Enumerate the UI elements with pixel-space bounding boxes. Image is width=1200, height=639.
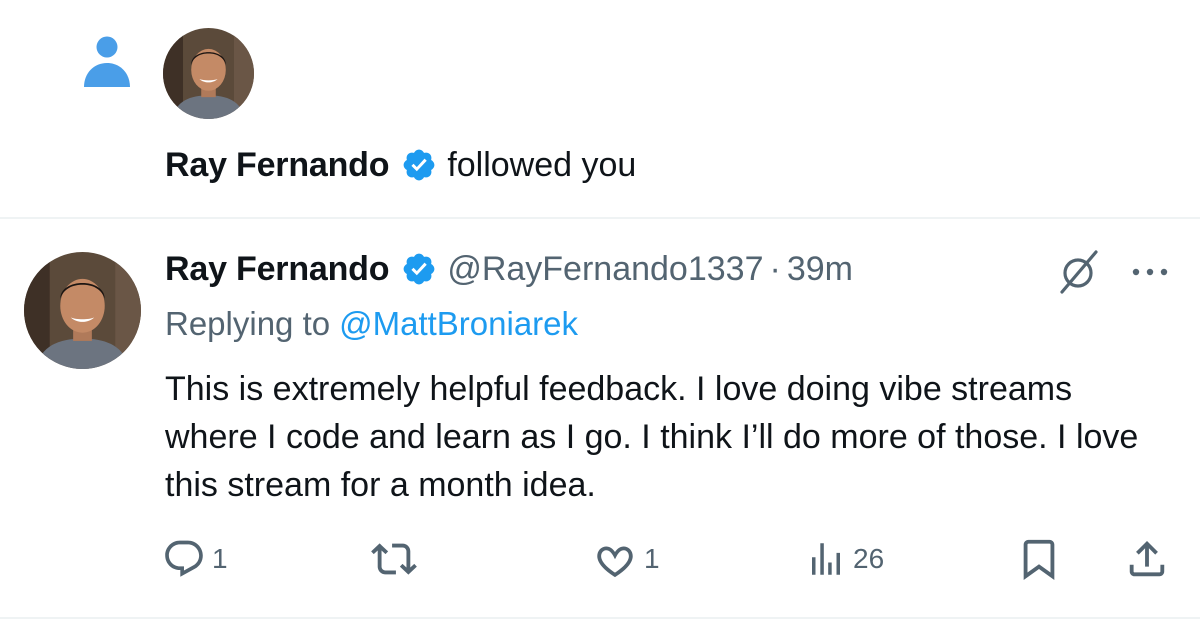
notification-feed: Ray Fernando followed you Ray Fernando @… [0,0,1200,639]
view-count: 26 [853,543,885,574]
replying-to-mention[interactable]: @MattBroniarek [339,305,578,343]
retweet-button[interactable] [371,534,423,584]
reply-button[interactable]: 1 [162,534,228,584]
follow-action-text: followed you [447,145,637,184]
grok-icon[interactable] [1052,246,1104,298]
follow-line: Ray Fernando followed you [165,140,636,190]
analytics-icon [805,538,847,580]
heart-icon [592,536,638,582]
retweet-icon [371,536,417,582]
tweet-header: Ray Fernando @RayFernando1337 · 39m [165,244,853,294]
verified-badge-icon [401,251,437,287]
tweet-author-handle[interactable]: @RayFernando1337 [447,250,763,289]
divider [0,617,1200,619]
share-icon [1124,536,1170,582]
reply-icon [162,537,206,581]
tweet-author-avatar[interactable] [24,252,141,369]
like-count: 1 [644,543,660,574]
replying-to-line: Replying to @MattBroniarek [165,301,578,347]
reply-count: 1 [212,543,228,574]
follower-avatar[interactable] [163,28,254,119]
more-options-icon[interactable] [1128,250,1172,294]
tweet-author-name[interactable]: Ray Fernando [165,250,390,289]
person-icon [82,34,132,88]
views-button[interactable]: 26 [805,534,884,584]
share-button[interactable] [1124,534,1170,584]
divider [0,217,1200,219]
header-separator: · [769,249,781,288]
bookmark-button[interactable] [1016,534,1062,584]
replying-to-label: Replying to [165,305,331,342]
tweet-text: This is extremely helpful feedback. I lo… [165,370,1139,504]
follower-name[interactable]: Ray Fernando [165,146,390,185]
tweet-timestamp[interactable]: 39m [787,250,853,289]
verified-badge-icon [401,147,437,183]
bookmark-icon [1016,536,1062,582]
like-button[interactable]: 1 [592,534,660,584]
